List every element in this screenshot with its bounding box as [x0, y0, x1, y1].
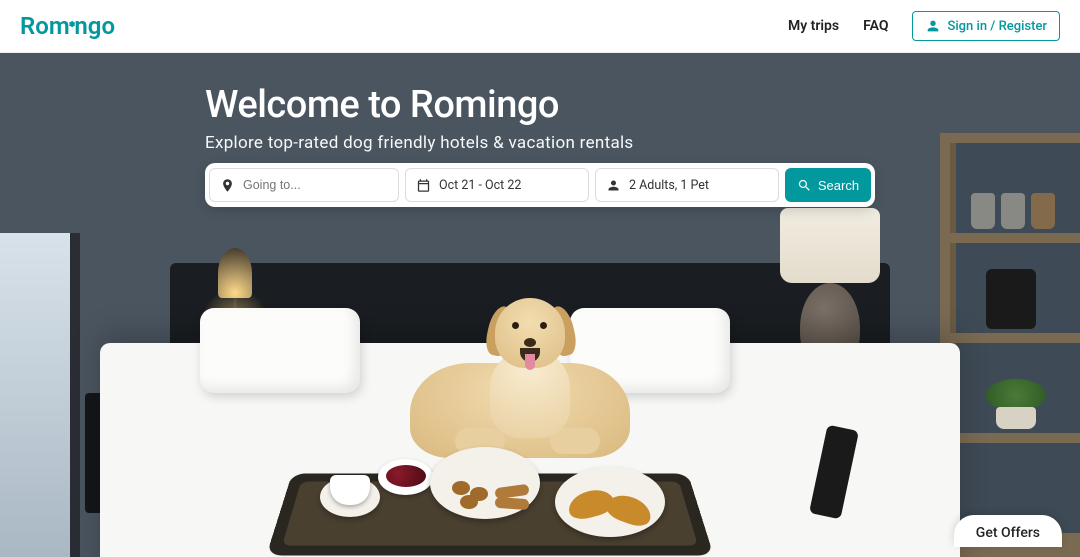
get-offers-button[interactable]: Get Offers — [954, 515, 1062, 547]
guests-value: 2 Adults, 1 Pet — [629, 178, 709, 193]
person-outline-icon — [606, 178, 621, 193]
hero-content: Welcome to Romingo Explore top-rated dog… — [205, 83, 875, 153]
signin-button[interactable]: Sign in / Register — [912, 11, 1060, 41]
header: Rom✽ngo My trips FAQ Sign in / Register — [0, 0, 1080, 53]
location-pin-icon — [220, 178, 235, 193]
search-icon — [797, 178, 812, 193]
search-button[interactable]: Search — [785, 168, 871, 202]
nav-faq[interactable]: FAQ — [863, 18, 888, 34]
calendar-icon — [416, 178, 431, 193]
destination-input[interactable] — [243, 178, 388, 192]
paw-icon: ✽ — [69, 20, 76, 29]
search-bar: Oct 21 - Oct 22 2 Adults, 1 Pet Search — [205, 163, 875, 207]
person-icon — [925, 18, 941, 34]
destination-field[interactable] — [209, 168, 399, 202]
dates-value: Oct 21 - Oct 22 — [439, 178, 521, 193]
guests-field[interactable]: 2 Adults, 1 Pet — [595, 168, 779, 202]
search-button-label: Search — [818, 178, 859, 193]
nav: My trips FAQ Sign in / Register — [788, 11, 1060, 41]
get-offers-label: Get Offers — [976, 525, 1040, 541]
hero-subtitle: Explore top-rated dog friendly hotels & … — [205, 133, 875, 153]
hero-title: Welcome to Romingo — [205, 83, 875, 127]
dates-field[interactable]: Oct 21 - Oct 22 — [405, 168, 589, 202]
nav-my-trips[interactable]: My trips — [788, 18, 839, 34]
hero: Welcome to Romingo Explore top-rated dog… — [0, 53, 1080, 557]
signin-label: Sign in / Register — [947, 19, 1047, 34]
dog-image — [400, 288, 640, 468]
logo[interactable]: Rom✽ngo — [20, 12, 115, 40]
